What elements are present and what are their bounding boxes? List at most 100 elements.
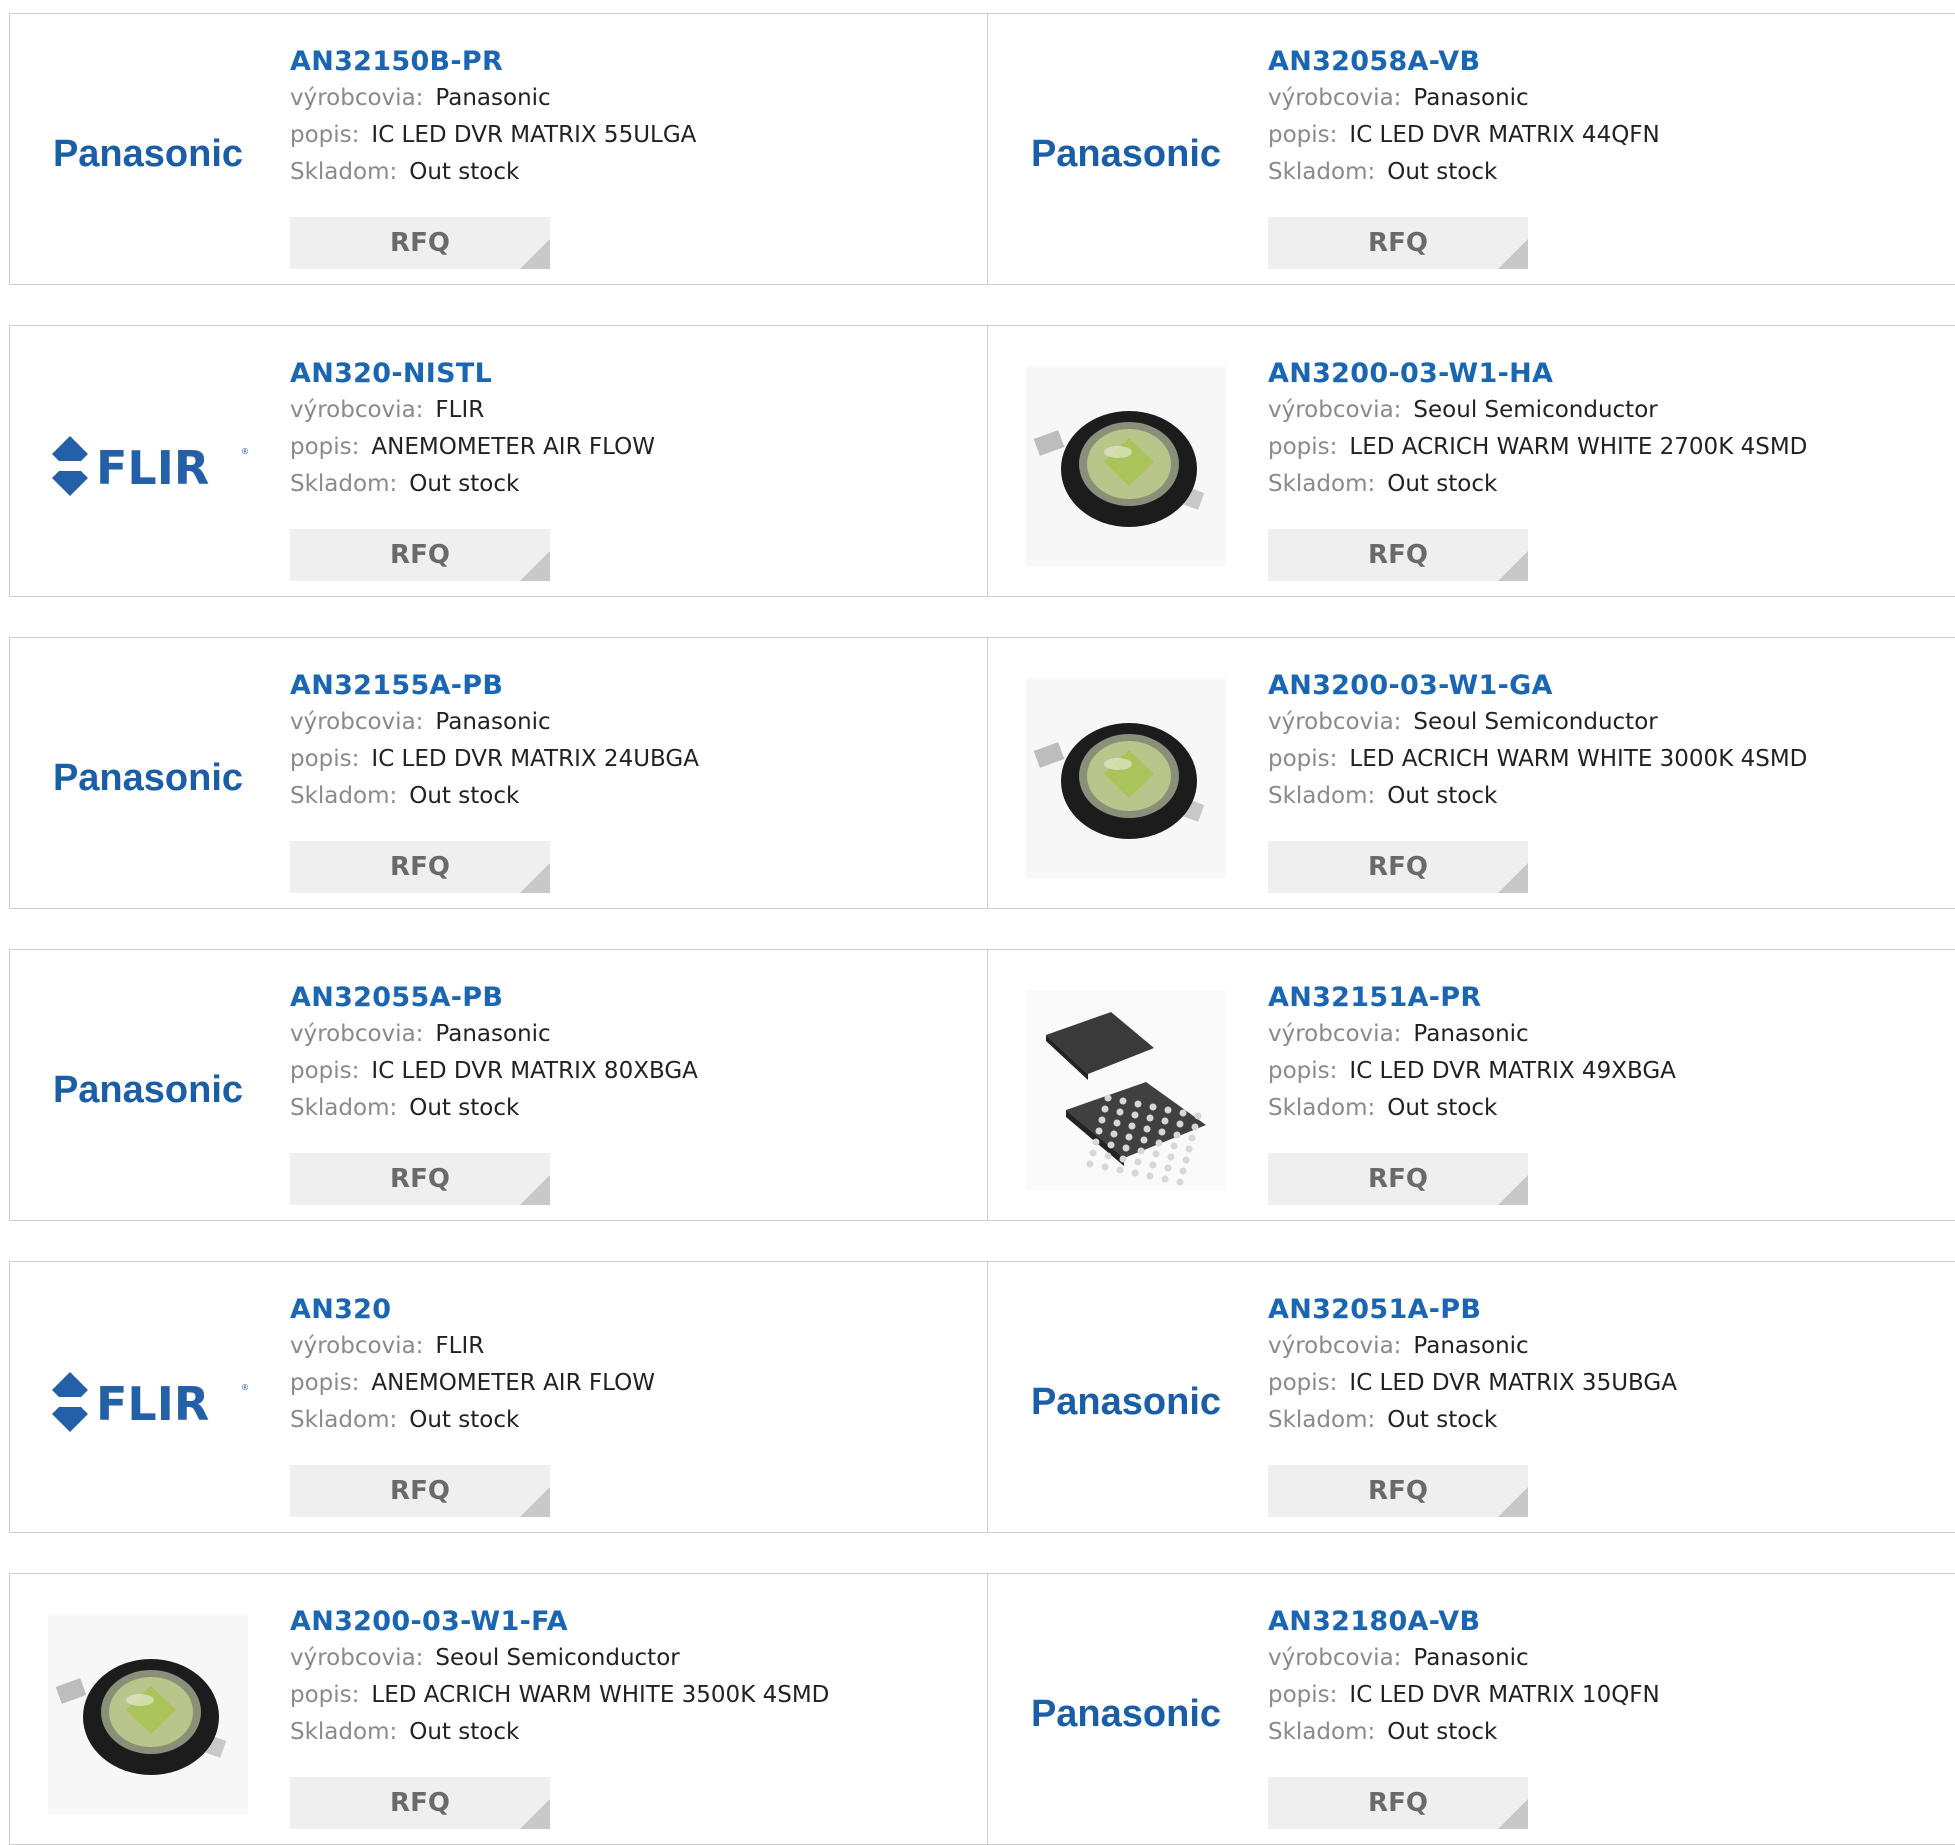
rfq-button-label: RFQ xyxy=(390,852,450,882)
product-card: AN32151A-PR výrobcovia: Panasonic popis: I… xyxy=(988,950,1955,1220)
manufacturer-label: výrobcovia: xyxy=(1268,1645,1402,1671)
manufacturer-value: Panasonic xyxy=(1413,85,1529,111)
stock-label: Skladom: xyxy=(290,1407,398,1433)
product-card: Panasonic AN32058A-VB výrobcovia: Panason… xyxy=(988,14,1955,284)
panasonic-logo-icon: Panasonic xyxy=(53,757,243,799)
part-number-link[interactable]: AN320-NISTL xyxy=(290,356,970,392)
product-row: Panasonic AN32155A-PB výrobcovia: Panason… xyxy=(9,637,1955,909)
part-number-link[interactable]: AN32058A-VB xyxy=(1268,44,1948,80)
stock-value: Out stock xyxy=(409,471,520,497)
product-row: Panasonic AN32055A-PB výrobcovia: Panason… xyxy=(9,949,1955,1221)
flir-logo-icon: FLIR ® xyxy=(52,436,248,496)
flir-logo-icon: FLIR ® xyxy=(52,1372,248,1432)
part-number-link[interactable]: AN32180A-VB xyxy=(1268,1604,1948,1640)
rfq-button[interactable]: RFQ xyxy=(290,1777,550,1829)
rfq-button[interactable]: RFQ xyxy=(290,1153,550,1205)
stock-line: Skladom: Out stock xyxy=(1268,1090,1948,1127)
svg-text:®: ® xyxy=(241,447,248,456)
product-card: Panasonic AN32051A-PB výrobcovia: Panason… xyxy=(988,1262,1955,1532)
rfq-button[interactable]: RFQ xyxy=(1268,1465,1528,1517)
description-line: popis: IC LED DVR MATRIX 49XBGA xyxy=(1268,1053,1948,1090)
rfq-button-label: RFQ xyxy=(390,1476,450,1506)
corner-triangle-icon xyxy=(1498,1487,1528,1517)
description-value: IC LED DVR MATRIX 35UBGA xyxy=(1349,1370,1677,1396)
part-number-link[interactable]: AN3200-03-W1-HA xyxy=(1268,356,1948,392)
product-image[interactable]: FLIR ® xyxy=(48,366,248,566)
stock-label: Skladom: xyxy=(1268,471,1376,497)
description-value: LED ACRICH WARM WHITE 3500K 4SMD xyxy=(371,1682,830,1708)
corner-triangle-icon xyxy=(1498,551,1528,581)
product-image[interactable]: FLIR ® xyxy=(48,1302,248,1502)
product-image[interactable]: Panasonic xyxy=(1026,54,1226,254)
rfq-button[interactable]: RFQ xyxy=(290,841,550,893)
corner-triangle-icon xyxy=(520,1175,550,1205)
stock-value: Out stock xyxy=(409,1095,520,1121)
stock-line: Skladom: Out stock xyxy=(1268,154,1948,191)
stock-label: Skladom: xyxy=(1268,783,1376,809)
description-label: popis: xyxy=(1268,1058,1338,1084)
product-image[interactable] xyxy=(48,1614,248,1814)
rfq-button[interactable]: RFQ xyxy=(1268,217,1528,269)
product-list: Panasonic AN32150B-PR výrobcovia: Panason… xyxy=(0,0,1955,1845)
corner-triangle-icon xyxy=(520,863,550,893)
stock-value: Out stock xyxy=(409,1407,520,1433)
product-image[interactable] xyxy=(1026,990,1226,1190)
product-info: AN32058A-VB výrobcovia: Panasonic popis: I… xyxy=(1268,44,1948,191)
logo-text: FLIR xyxy=(96,1377,209,1431)
product-image[interactable]: Panasonic xyxy=(1026,1614,1226,1814)
panasonic-logo-icon: Panasonic xyxy=(53,1069,243,1111)
description-value: LED ACRICH WARM WHITE 3000K 4SMD xyxy=(1349,746,1808,772)
product-card: Panasonic AN32180A-VB výrobcovia: Panason… xyxy=(988,1574,1955,1844)
description-label: popis: xyxy=(290,434,360,460)
stock-label: Skladom: xyxy=(1268,159,1376,185)
led-photo-icon xyxy=(1026,678,1226,878)
manufacturer-label: výrobcovia: xyxy=(1268,709,1402,735)
product-image[interactable]: Panasonic xyxy=(48,678,248,878)
stock-line: Skladom: Out stock xyxy=(290,1090,970,1127)
manufacturer-line: výrobcovia: Seoul Semiconductor xyxy=(1268,392,1948,429)
rfq-button[interactable]: RFQ xyxy=(290,1465,550,1517)
logo-text: Panasonic xyxy=(1031,133,1221,175)
manufacturer-value: Panasonic xyxy=(1413,1333,1529,1359)
product-image[interactable]: Panasonic xyxy=(48,990,248,1190)
description-line: popis: IC LED DVR MATRIX 80XBGA xyxy=(290,1053,970,1090)
product-image[interactable] xyxy=(1026,366,1226,566)
part-number-link[interactable]: AN32150B-PR xyxy=(290,44,970,80)
logo-text: FLIR xyxy=(96,441,209,495)
product-card: AN3200-03-W1-HA výrobcovia: Seoul Semicon… xyxy=(988,326,1955,596)
rfq-button[interactable]: RFQ xyxy=(1268,1153,1528,1205)
part-number-link[interactable]: AN32051A-PB xyxy=(1268,1292,1948,1328)
part-number-link[interactable]: AN3200-03-W1-GA xyxy=(1268,668,1948,704)
logo-text: Panasonic xyxy=(1031,1693,1221,1735)
description-value: IC LED DVR MATRIX 10QFN xyxy=(1349,1682,1660,1708)
manufacturer-label: výrobcovia: xyxy=(290,85,424,111)
product-image[interactable] xyxy=(1026,678,1226,878)
rfq-button[interactable]: RFQ xyxy=(290,529,550,581)
manufacturer-label: výrobcovia: xyxy=(290,1021,424,1047)
manufacturer-line: výrobcovia: FLIR xyxy=(290,1328,970,1365)
part-number-link[interactable]: AN320 xyxy=(290,1292,970,1328)
stock-line: Skladom: Out stock xyxy=(290,154,970,191)
part-number-link[interactable]: AN32155A-PB xyxy=(290,668,970,704)
product-card: Panasonic AN32150B-PR výrobcovia: Panason… xyxy=(10,14,988,284)
rfq-button[interactable]: RFQ xyxy=(1268,529,1528,581)
rfq-button-label: RFQ xyxy=(390,1788,450,1818)
description-label: popis: xyxy=(290,746,360,772)
stock-line: Skladom: Out stock xyxy=(290,466,970,503)
product-card: FLIR ® AN320 výrobcovia: FLIR popis: ANEMOM… xyxy=(10,1262,988,1532)
rfq-button[interactable]: RFQ xyxy=(290,217,550,269)
rfq-button[interactable]: RFQ xyxy=(1268,1777,1528,1829)
stock-line: Skladom: Out stock xyxy=(290,1714,970,1751)
part-number-link[interactable]: AN32151A-PR xyxy=(1268,980,1948,1016)
corner-triangle-icon xyxy=(520,1487,550,1517)
product-image[interactable]: Panasonic xyxy=(1026,1302,1226,1502)
rfq-button-label: RFQ xyxy=(1368,1164,1428,1194)
part-number-link[interactable]: AN3200-03-W1-FA xyxy=(290,1604,970,1640)
rfq-button[interactable]: RFQ xyxy=(1268,841,1528,893)
stock-value: Out stock xyxy=(409,783,520,809)
description-label: popis: xyxy=(1268,434,1338,460)
manufacturer-label: výrobcovia: xyxy=(290,1333,424,1359)
product-image[interactable]: Panasonic xyxy=(48,54,248,254)
product-info: AN320-NISTL výrobcovia: FLIR popis: ANEMOM… xyxy=(290,356,970,503)
part-number-link[interactable]: AN32055A-PB xyxy=(290,980,970,1016)
